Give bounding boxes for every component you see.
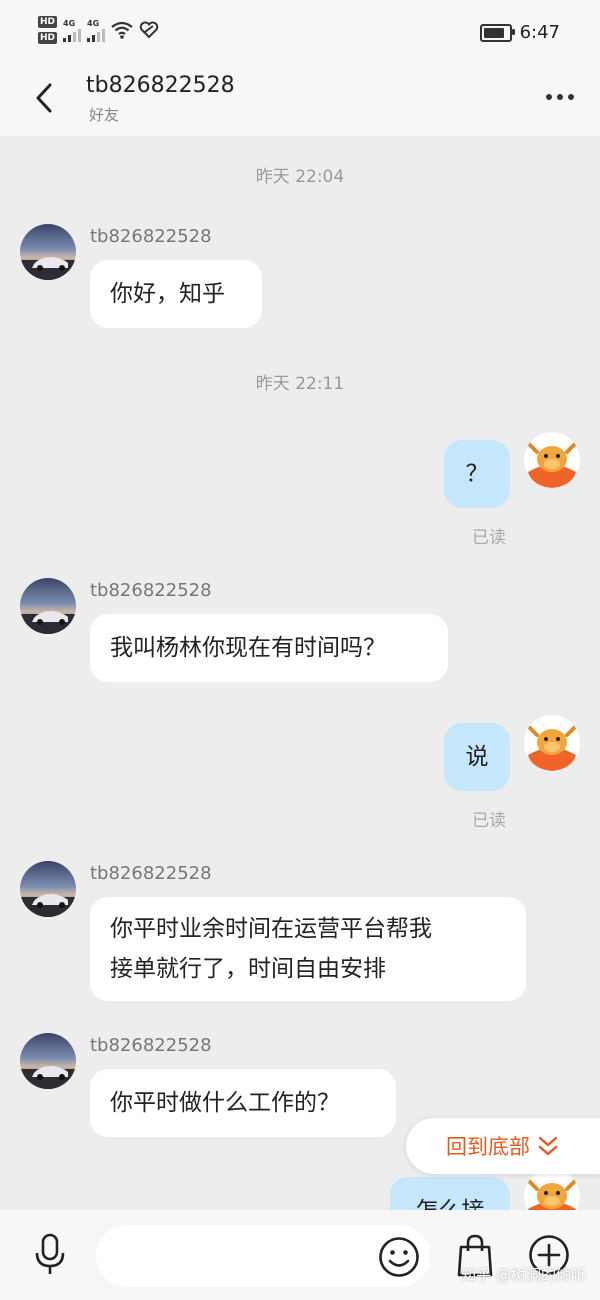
incoming-message-bubble[interactable]: 我叫杨林你现在有时间吗？ <box>90 614 448 682</box>
sim2-hd-badge: HD <box>38 32 58 44</box>
incoming-message-bubble[interactable]: 你好，知乎 <box>90 260 262 328</box>
chat-title: tb826822528 <box>86 73 235 98</box>
double-chevron-down-icon <box>538 1136 558 1156</box>
sender-name: tb826822528 <box>90 226 212 247</box>
more-options-button[interactable] <box>542 82 578 112</box>
battery-icon <box>479 23 515 42</box>
signal-bars-icon <box>87 28 106 42</box>
heart-status-icon <box>139 21 159 39</box>
contact-avatar[interactable] <box>20 578 76 634</box>
message-text-line: 你平时业余时间在运营平台帮我 <box>110 916 432 942</box>
message-text: ？ <box>465 461 489 487</box>
contact-avatar[interactable] <box>20 861 76 917</box>
signal-bars-icon <box>63 28 82 42</box>
status-bar: HD HD 4G 4G 6:47 <box>0 0 600 68</box>
status-left: HD HD 4G 4G <box>38 16 159 44</box>
outgoing-message-bubble[interactable]: 怎么接 <box>390 1177 510 1210</box>
message-text: 怎么接 <box>416 1198 485 1210</box>
signal-1: 4G <box>63 18 82 42</box>
network-type-2: 4G <box>87 18 100 28</box>
message-text: 说 <box>465 744 489 770</box>
timestamp: 昨天 22:11 <box>255 374 345 394</box>
message-text-line: 接单就行了，时间自由安排 <box>110 956 386 982</box>
sim-indicators: HD HD <box>38 16 58 44</box>
voice-button[interactable] <box>28 1232 72 1278</box>
timestamp: 昨天 22:04 <box>255 167 345 187</box>
input-bar: 知乎 @树洞的倾听 <box>0 1210 600 1300</box>
smiley-icon <box>379 1237 419 1277</box>
status-right: 6:47 <box>479 22 560 43</box>
emoji-button[interactable] <box>376 1234 422 1280</box>
contact-avatar[interactable] <box>20 224 76 280</box>
chat-header: tb826822528 好友 <box>0 68 600 136</box>
sim1-hd-badge: HD <box>38 16 58 28</box>
chat-subtitle: 好友 <box>89 106 120 124</box>
scroll-to-bottom-label: 回到底部 <box>446 1135 530 1159</box>
wifi-icon <box>111 21 133 39</box>
scroll-to-bottom-button[interactable]: 回到底部 <box>406 1118 600 1174</box>
contact-avatar[interactable] <box>20 1033 76 1089</box>
more-dots-icon <box>546 94 574 100</box>
back-button[interactable] <box>24 78 64 118</box>
my-avatar[interactable] <box>524 715 580 771</box>
outgoing-message-bubble[interactable]: ？ <box>444 440 510 508</box>
my-avatar[interactable] <box>524 432 580 488</box>
message-text: 我叫杨林你现在有时间吗？ <box>110 635 386 661</box>
sender-name: tb826822528 <box>90 1035 212 1056</box>
sender-name: tb826822528 <box>90 863 212 884</box>
incoming-message-bubble[interactable]: 你平时做什么工作的？ <box>90 1069 396 1137</box>
microphone-icon <box>35 1233 65 1274</box>
chevron-left-icon <box>36 83 52 113</box>
network-type-1: 4G <box>63 18 76 28</box>
watermark: 知乎 @树洞的倾听 <box>461 1266 586 1284</box>
my-avatar[interactable] <box>524 1169 580 1210</box>
message-text: 你平时做什么工作的？ <box>110 1090 340 1116</box>
read-receipt: 已读 <box>472 811 506 831</box>
incoming-message-bubble[interactable]: 你平时业余时间在运营平台帮我 接单就行了，时间自由安排 <box>90 897 526 1001</box>
clock: 6:47 <box>519 22 560 43</box>
message-text: 你好，知乎 <box>110 281 225 307</box>
outgoing-message-bubble[interactable]: 说 <box>444 723 510 791</box>
sender-name: tb826822528 <box>90 580 212 601</box>
signal-2: 4G <box>87 18 106 42</box>
message-list[interactable]: 昨天 22:04 tb826822528 你好，知乎 昨天 22:11 ？ 已读… <box>0 136 600 1210</box>
read-receipt: 已读 <box>472 528 506 548</box>
